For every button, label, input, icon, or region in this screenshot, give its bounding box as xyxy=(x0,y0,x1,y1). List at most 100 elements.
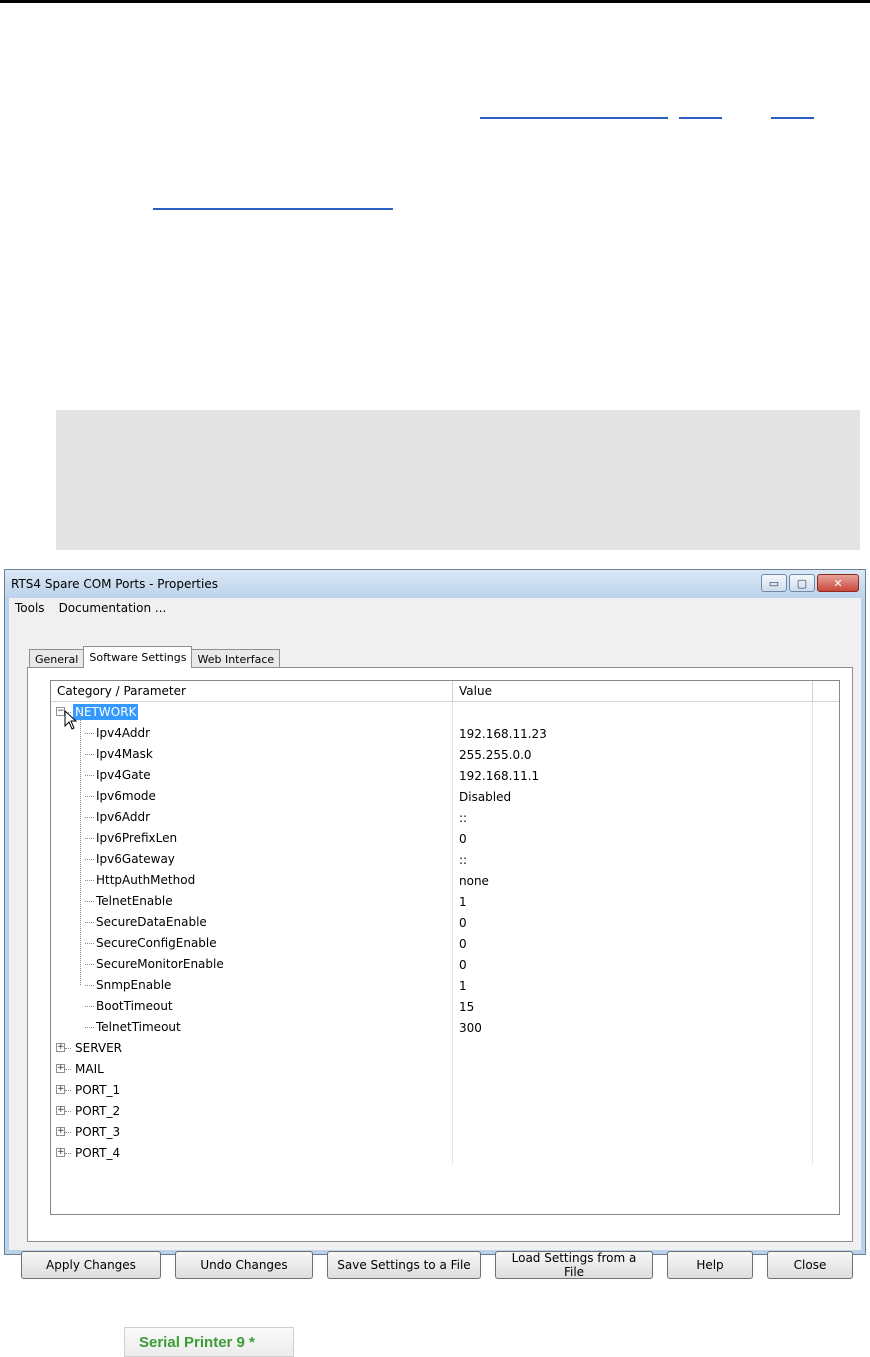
parameter-value[interactable]: 15 xyxy=(453,996,813,1017)
parameter-name[interactable]: SecureConfigEnable xyxy=(96,936,217,950)
category-label[interactable]: PORT_1 xyxy=(73,1082,122,1098)
category-label[interactable]: PORT_3 xyxy=(73,1124,122,1140)
category-row[interactable]: + MAIL xyxy=(51,1059,839,1080)
tab-software-settings[interactable]: Software Settings xyxy=(83,646,193,668)
maximize-button[interactable]: ▢ xyxy=(789,574,815,592)
parameter-name[interactable]: HttpAuthMethod xyxy=(96,873,195,887)
parameter-name[interactable]: Ipv6Gateway xyxy=(96,852,175,866)
parameter-row[interactable]: SecureDataEnable 0 xyxy=(51,912,839,933)
category-label-network[interactable]: NETWORK xyxy=(73,704,139,720)
parameter-row[interactable]: BootTimeout 15 xyxy=(51,996,839,1017)
settings-tree[interactable]: Category / Parameter Value − NETWORK Ipv… xyxy=(50,680,840,1215)
header-category[interactable]: Category / Parameter xyxy=(51,681,453,701)
parameter-row[interactable]: TelnetTimeout 300 xyxy=(51,1017,839,1038)
menu-documentation[interactable]: Documentation ... xyxy=(59,601,167,615)
parameter-value[interactable]: Disabled xyxy=(453,786,813,807)
parameter-value[interactable]: 0 xyxy=(453,828,813,849)
doc-link-3[interactable] xyxy=(771,117,814,119)
expand-icon[interactable]: + xyxy=(56,1127,65,1136)
tab-web-interface[interactable]: Web Interface xyxy=(191,649,281,668)
parameter-value[interactable]: 0 xyxy=(453,954,813,975)
tree-header: Category / Parameter Value xyxy=(51,681,839,702)
parameter-row[interactable]: Ipv4Mask 255.255.0.0 xyxy=(51,744,839,765)
category-row[interactable]: + PORT_3 xyxy=(51,1122,839,1143)
apply-changes-button[interactable]: Apply Changes xyxy=(21,1251,161,1279)
close-window-button[interactable]: ✕ xyxy=(817,574,859,592)
parameter-name[interactable]: SecureDataEnable xyxy=(96,915,207,929)
parameter-value[interactable]: 300 xyxy=(453,1017,813,1038)
parameter-row[interactable]: SnmpEnable 1 xyxy=(51,975,839,996)
parameter-name[interactable]: Ipv4Gate xyxy=(96,768,151,782)
serial-printer-label: Serial Printer 9 * xyxy=(124,1327,294,1357)
menu-tools[interactable]: Tools xyxy=(15,601,45,615)
parameter-name[interactable]: Ipv4Mask xyxy=(96,747,153,761)
category-label[interactable]: MAIL xyxy=(73,1061,106,1077)
code-block xyxy=(56,410,860,550)
help-button[interactable]: Help xyxy=(667,1251,753,1279)
parameter-value[interactable]: none xyxy=(453,870,813,891)
parameter-row[interactable]: Ipv6Gateway:: xyxy=(51,849,839,870)
parameter-cell: SnmpEnable xyxy=(51,975,453,996)
parameter-value[interactable]: 192.168.11.1 xyxy=(453,765,813,786)
parameter-row[interactable]: Ipv4Addr 192.168.11.23 xyxy=(51,723,839,744)
tab-general[interactable]: General xyxy=(29,649,85,668)
value-cell xyxy=(453,1038,813,1059)
expand-icon[interactable]: + xyxy=(56,1106,65,1115)
category-label[interactable]: SERVER xyxy=(73,1040,124,1056)
category-label[interactable]: PORT_2 xyxy=(73,1103,122,1119)
parameter-name[interactable]: Ipv6Addr xyxy=(96,810,150,824)
parameter-value[interactable]: 1 xyxy=(453,975,813,996)
minimize-button[interactable]: ▭ xyxy=(761,574,787,592)
expand-icon[interactable]: + xyxy=(56,1043,65,1052)
parameter-value[interactable]: 0 xyxy=(453,933,813,954)
parameter-name[interactable]: BootTimeout xyxy=(96,999,173,1013)
doc-link-2[interactable] xyxy=(679,117,722,119)
header-value[interactable]: Value xyxy=(453,681,813,701)
close-button[interactable]: Close xyxy=(767,1251,853,1279)
parameter-name[interactable]: Ipv6mode xyxy=(96,789,156,803)
save-settings-button[interactable]: Save Settings to a File xyxy=(327,1251,481,1279)
tree-line xyxy=(85,901,94,902)
tree-line xyxy=(65,1090,71,1091)
parameter-value[interactable]: :: xyxy=(453,849,813,870)
parameter-name[interactable]: SnmpEnable xyxy=(96,978,171,992)
parameter-value[interactable]: 255.255.0.0 xyxy=(453,744,813,765)
title-bar[interactable]: RTS4 Spare COM Ports - Properties ▭ ▢ ✕ xyxy=(5,570,865,598)
parameter-value[interactable]: 1 xyxy=(453,891,813,912)
parameter-row[interactable]: Ipv6Addr:: xyxy=(51,807,839,828)
parameter-cell: Ipv6Gateway xyxy=(51,849,453,870)
category-row-network[interactable]: − NETWORK xyxy=(51,702,839,730)
doc-link-1[interactable] xyxy=(480,117,668,119)
parameter-name[interactable]: TelnetEnable xyxy=(96,894,173,908)
expand-icon[interactable]: + xyxy=(56,1085,65,1094)
parameter-value[interactable]: 192.168.11.23 xyxy=(453,723,813,744)
doc-link-4[interactable] xyxy=(153,208,393,210)
parameter-row[interactable]: SecureConfigEnable 0 xyxy=(51,933,839,954)
expand-icon[interactable]: + xyxy=(56,1148,65,1157)
parameter-row[interactable]: HttpAuthMethod none xyxy=(51,870,839,891)
parameter-name[interactable]: TelnetTimeout xyxy=(96,1020,181,1034)
parameter-name[interactable]: Ipv4Addr xyxy=(96,726,150,740)
parameter-row[interactable]: TelnetEnable 1 xyxy=(51,891,839,912)
parameter-cell: HttpAuthMethod xyxy=(51,870,453,891)
category-cell: − NETWORK xyxy=(51,702,453,730)
parameter-value[interactable]: :: xyxy=(453,807,813,828)
parameter-row[interactable]: Ipv4Gate 192.168.11.1 xyxy=(51,765,839,786)
parameter-row[interactable]: Ipv6mode Disabled xyxy=(51,786,839,807)
category-row[interactable]: + PORT_2 xyxy=(51,1101,839,1122)
button-bar: Apply Changes Undo Changes Save Settings… xyxy=(21,1251,853,1279)
caption-buttons: ▭ ▢ ✕ xyxy=(761,574,859,592)
load-settings-button[interactable]: Load Settings from a File xyxy=(495,1251,653,1279)
category-row[interactable]: + SERVER xyxy=(51,1038,839,1059)
parameter-value[interactable]: 0 xyxy=(453,912,813,933)
expand-icon[interactable]: + xyxy=(56,1064,65,1073)
parameter-name[interactable]: Ipv6PrefixLen xyxy=(96,831,177,845)
category-row[interactable]: + PORT_1 xyxy=(51,1080,839,1101)
parameter-name[interactable]: SecureMonitorEnable xyxy=(96,957,224,971)
value-cell xyxy=(453,702,813,723)
parameter-row[interactable]: SecureMonitorEnable 0 xyxy=(51,954,839,975)
parameter-row[interactable]: Ipv6PrefixLen 0 xyxy=(51,828,839,849)
category-label[interactable]: PORT_4 xyxy=(73,1145,122,1161)
undo-changes-button[interactable]: Undo Changes xyxy=(175,1251,313,1279)
category-row[interactable]: + PORT_4 xyxy=(51,1143,839,1164)
